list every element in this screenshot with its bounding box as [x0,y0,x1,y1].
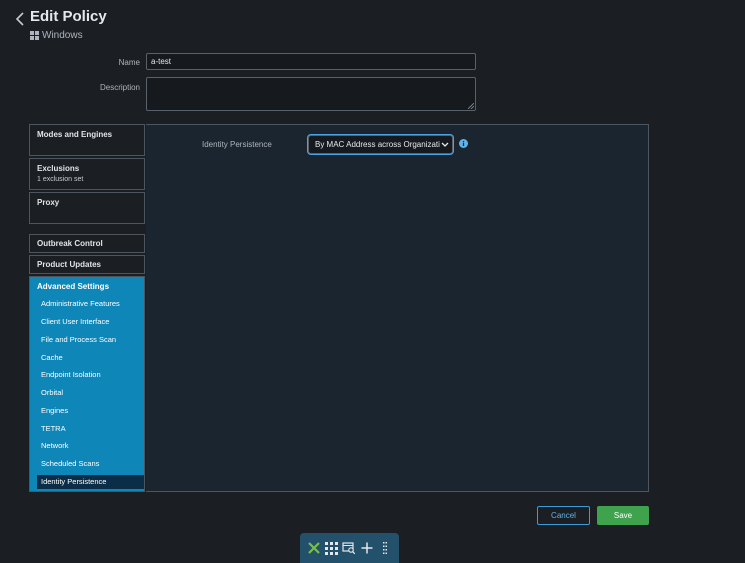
more-vertical-icon[interactable] [378,541,392,555]
name-input[interactable] [146,53,476,70]
nav-exclusions[interactable]: Exclusions 1 exclusion set [29,158,145,190]
adv-item-client-user-interface[interactable]: Client User Interface [37,315,144,329]
window-search-icon[interactable] [342,541,356,555]
apps-grid-icon[interactable] [325,541,339,555]
nav-updates-title: Product Updates [37,260,102,269]
adv-item-tetra[interactable]: TETRA [37,422,144,436]
adv-item-scheduled-scans[interactable]: Scheduled Scans [37,457,144,471]
description-textarea[interactable] [146,77,476,111]
adv-item-network[interactable]: Network [37,439,144,453]
identity-persistence-label: Identity Persistence [202,140,272,149]
adv-item-administrative-features[interactable]: Administrative Features [37,297,144,311]
settings-content-panel: Identity Persistence By MAC Address acro… [146,124,649,492]
description-label: Description [99,83,140,92]
save-button[interactable]: Save [597,506,649,525]
windows-icon [30,31,39,40]
nav-outbreak-title: Outbreak Control [37,239,103,248]
nav-modes-title: Modes and Engines [37,130,113,139]
chevron-left-icon [15,12,24,26]
adv-item-endpoint-isolation[interactable]: Endpoint Isolation [37,368,144,382]
adv-item-file-and-process-scan[interactable]: File and Process Scan [37,333,144,347]
page-title: Edit Policy [30,8,107,25]
os-indicator: Windows [30,30,83,41]
adv-item-cache[interactable]: Cache [37,351,144,365]
name-label: Name [118,58,140,67]
adv-item-engines[interactable]: Engines [37,404,144,418]
nav-advanced-settings: Advanced Settings Administrative Feature… [29,276,145,492]
back-button[interactable] [14,10,26,28]
resize-grip-icon[interactable] [468,103,474,109]
adv-item-identity-persistence[interactable]: Identity Persistence [37,475,144,489]
adv-item-orbital[interactable]: Orbital [37,386,144,400]
nav-proxy[interactable]: Proxy [29,192,145,224]
plus-icon[interactable] [360,541,374,555]
nav-exclusions-sub: 1 exclusion set [37,176,84,183]
floating-taskbar [300,533,399,563]
advanced-settings-title[interactable]: Advanced Settings [37,282,109,291]
chevron-down-icon [441,142,449,147]
cancel-button[interactable]: Cancel [537,506,590,525]
nav-product-updates[interactable]: Product Updates [29,255,145,274]
x-logo-icon[interactable] [307,541,321,555]
nav-proxy-title: Proxy [37,198,60,207]
nav-exclusions-title: Exclusions [37,164,80,173]
nav-outbreak-control[interactable]: Outbreak Control [29,234,145,253]
identity-persistence-select[interactable]: By MAC Address across Organizati [308,135,453,154]
nav-modes-and-engines[interactable]: Modes and Engines [29,124,145,156]
os-label: Windows [42,30,83,41]
identity-persistence-value: By MAC Address across Organizati [315,140,440,149]
info-icon[interactable] [459,139,468,148]
